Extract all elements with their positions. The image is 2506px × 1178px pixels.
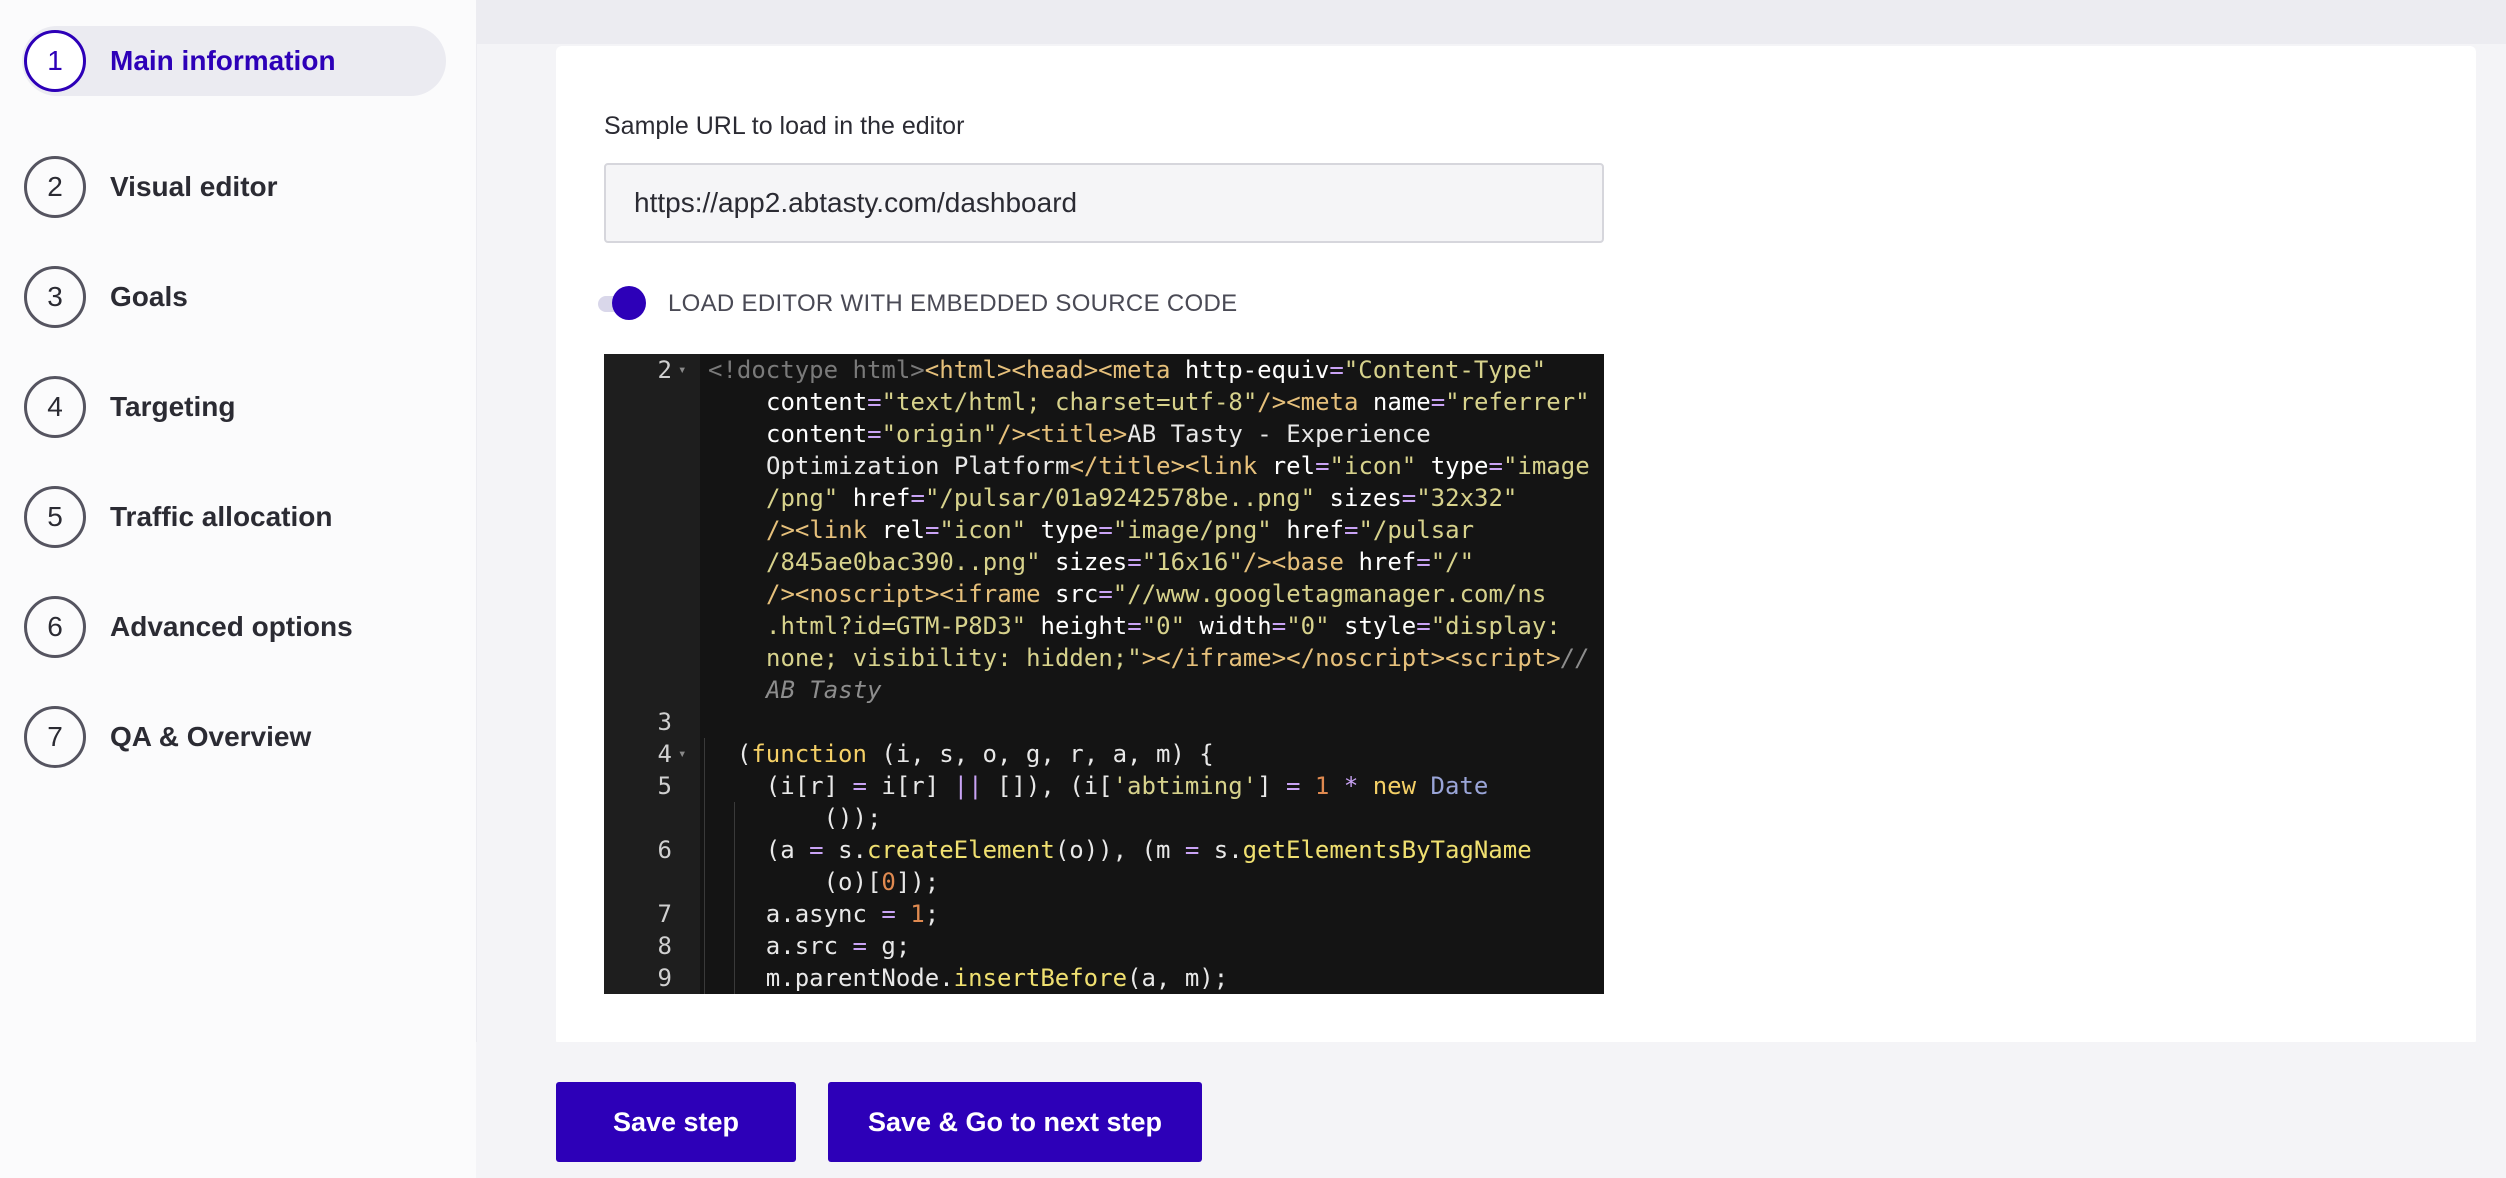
code-text: /><link rel="icon" type="image/png" href… (766, 516, 1475, 544)
step-number-badge: 3 (24, 266, 86, 328)
code-text: m.parentNode.insertBefore(a, m); (708, 964, 1229, 992)
code-line: 3 (604, 706, 1604, 738)
sample-url-input[interactable] (604, 163, 1604, 243)
code-text: (function (i, s, o, g, r, a, m) { (708, 740, 1214, 768)
code-text: (a = s.createElement(o)), (m = s.getElem… (708, 836, 1532, 864)
step-advanced-options[interactable]: 6 Advanced options (22, 592, 446, 662)
code-text: content="origin"/><title>AB Tasty - Expe… (766, 420, 1431, 448)
step-number-badge: 4 (24, 376, 86, 438)
code-text: none; visibility: hidden;"></iframe></no… (766, 644, 1590, 672)
code-text: .html?id=GTM-P8D3" height="0" width="0" … (766, 612, 1561, 640)
code-line: 4 ▾ (function (i, s, o, g, r, a, m) { (604, 738, 1604, 770)
code-text: a.src = g; (708, 932, 911, 960)
line-number: 7 (657, 900, 672, 928)
step-label: Advanced options (110, 611, 353, 642)
step-label: Traffic allocation (110, 501, 333, 532)
main-information-card: Sample URL to load in the editor LOAD ED… (556, 46, 2476, 1046)
step-visual-editor[interactable]: 2 Visual editor (22, 152, 446, 222)
step-label: Main information (110, 45, 336, 76)
step-number-badge: 5 (24, 486, 86, 548)
fold-arrow-icon[interactable]: ▾ (678, 354, 686, 386)
code-line: 2 ▾ <!doctype html><html><head><meta http-… (604, 354, 1604, 386)
toggle-knob (612, 286, 646, 320)
step-number-badge: 7 (24, 706, 86, 768)
code-line: (o)[0]); (604, 866, 1604, 898)
code-line: 7 a.async = 1; (604, 898, 1604, 930)
step-qa-overview[interactable]: 7 QA & Overview (22, 702, 446, 772)
save-next-step-button[interactable]: Save & Go to next step (828, 1082, 1202, 1162)
step-label: Visual editor (110, 171, 278, 202)
code-line: 6 (a = s.createElement(o)), (m = s.getEl… (604, 834, 1604, 866)
embedded-source-toggle[interactable] (596, 286, 654, 320)
source-code-editor[interactable]: 2 ▾ <!doctype html><html><head><meta http-… (604, 354, 1604, 994)
steps-sidebar: 1 Main information 2 Visual editor 3 Goa… (0, 0, 477, 1178)
code-line: none; visibility: hidden;"></iframe></no… (604, 642, 1604, 674)
code-line: .html?id=GTM-P8D3" height="0" width="0" … (604, 610, 1604, 642)
step-goals[interactable]: 3 Goals (22, 262, 446, 332)
step-label: QA & Overview (110, 721, 312, 752)
line-number: 8 (657, 932, 672, 960)
code-line: 8 a.src = g; (604, 930, 1604, 962)
step-number-badge: 6 (24, 596, 86, 658)
code-text: Optimization Platform</title><link rel="… (766, 452, 1590, 480)
code-text: a.async = 1; (708, 900, 940, 928)
step-targeting[interactable]: 4 Targeting (22, 372, 446, 442)
code-line: /png" href="/pulsar/01a9242578be..png" s… (604, 482, 1604, 514)
code-line: /845ae0bac390..png" sizes="16x16"/><base… (604, 546, 1604, 578)
code-text: (i[r] = i[r] || []), (i['abtiming'] = 1 … (708, 772, 1489, 800)
code-text: ()); (708, 804, 882, 832)
code-text: (o)[0]); (708, 868, 940, 896)
code-line: Optimization Platform</title><link rel="… (604, 450, 1604, 482)
code-text: <!doctype html><html><head><meta http-eq… (708, 356, 1547, 384)
line-number: 3 (657, 708, 672, 736)
step-traffic-allocation[interactable]: 5 Traffic allocation (22, 482, 446, 552)
code-line: /><link rel="icon" type="image/png" href… (604, 514, 1604, 546)
code-text: content="text/html; charset=utf-8"/><met… (766, 388, 1590, 416)
code-text: /><noscript><iframe src="//www.googletag… (766, 580, 1547, 608)
step-main-information[interactable]: 1 Main information (22, 26, 446, 96)
url-field-label: Sample URL to load in the editor (604, 112, 965, 140)
code-line: AB Tasty (604, 674, 1604, 706)
step-number-badge: 2 (24, 156, 86, 218)
code-text: /845ae0bac390..png" sizes="16x16"/><base… (766, 548, 1475, 576)
fold-arrow-icon[interactable]: ▾ (678, 738, 686, 770)
step-number-badge: 1 (24, 30, 86, 92)
code-text: /png" href="/pulsar/01a9242578be..png" s… (766, 484, 1518, 512)
line-number: 5 (657, 772, 672, 800)
step-label: Goals (110, 281, 188, 312)
code-line: 9 m.parentNode.insertBefore(a, m); (604, 962, 1604, 994)
footer-actions: Save step Save & Go to next step (476, 1042, 2506, 1178)
line-number: 4 (657, 740, 672, 768)
line-number: 9 (657, 964, 672, 992)
save-step-button[interactable]: Save step (556, 1082, 796, 1162)
line-number: 2 (657, 356, 672, 384)
code-line: content="origin"/><title>AB Tasty - Expe… (604, 418, 1604, 450)
code-line: content="text/html; charset=utf-8"/><met… (604, 386, 1604, 418)
code-line: 5 (i[r] = i[r] || []), (i['abtiming'] = … (604, 770, 1604, 802)
code-line: /><noscript><iframe src="//www.googletag… (604, 578, 1604, 610)
code-text: AB Tasty (766, 676, 882, 704)
code-line: ()); (604, 802, 1604, 834)
embedded-source-toggle-label: LOAD EDITOR WITH EMBEDDED SOURCE CODE (668, 290, 1238, 317)
top-shadow-strip (476, 0, 2506, 44)
line-number: 6 (657, 836, 672, 864)
step-label: Targeting (110, 391, 236, 422)
